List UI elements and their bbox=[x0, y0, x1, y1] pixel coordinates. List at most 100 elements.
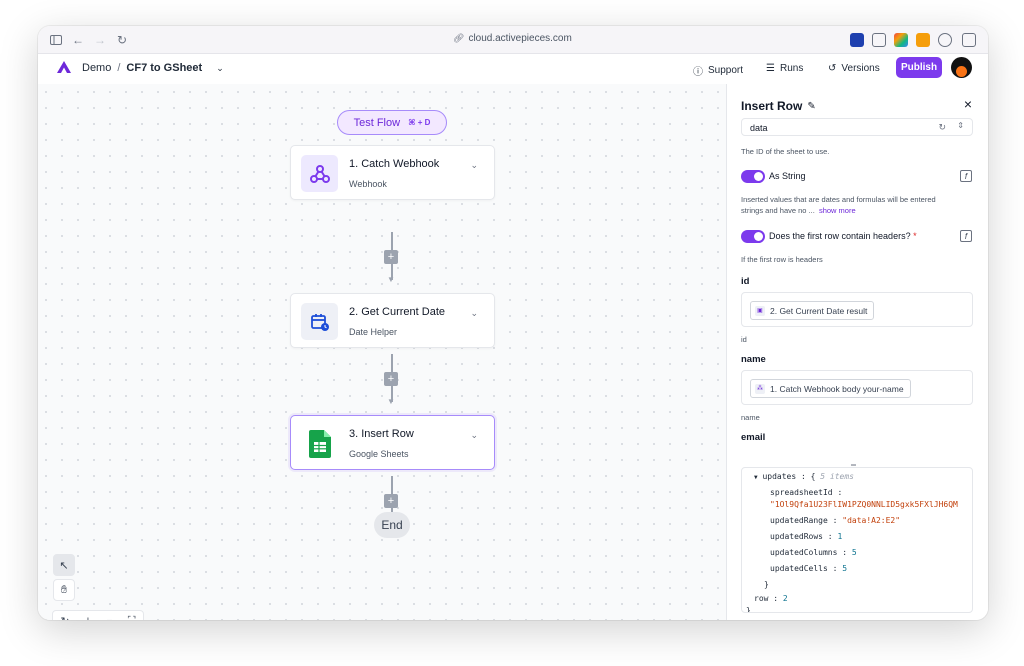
name-help-text: name bbox=[741, 413, 760, 422]
json-line[interactable]: updatedColumns : 5 bbox=[770, 548, 857, 557]
sidebar-toggle-icon[interactable] bbox=[48, 32, 64, 48]
runs-button[interactable]: ☰ Runs bbox=[766, 63, 803, 74]
zoom-out-icon[interactable]: − bbox=[106, 615, 112, 620]
shortcut-hint: ⌘ + D bbox=[408, 118, 431, 127]
back-icon[interactable]: ← bbox=[70, 32, 86, 48]
connector-line bbox=[391, 354, 393, 374]
share-extension-icon[interactable] bbox=[938, 33, 952, 47]
id-help-text: id bbox=[741, 335, 747, 344]
step-insert-row[interactable]: 3. Insert Row Google Sheets ⌄ bbox=[290, 415, 495, 470]
connector-line bbox=[391, 232, 393, 252]
reset-view-icon[interactable]: ↻ bbox=[61, 615, 70, 621]
notes-extension-icon[interactable] bbox=[916, 33, 930, 47]
google-sheets-icon bbox=[301, 425, 338, 462]
chevron-up-down-icon[interactable]: ⇕ bbox=[957, 121, 964, 130]
headers-label: Does the first row contain headers? * bbox=[769, 231, 917, 241]
step-title: 3. Insert Row bbox=[349, 428, 414, 440]
calendar-clock-icon: ▣ bbox=[755, 305, 765, 316]
step-title: 1. Catch Webhook bbox=[349, 158, 440, 170]
browser-window: ← → ↻ 🔗︎ cloud.activepieces.com Demo / C… bbox=[38, 26, 988, 620]
activepieces-logo-icon[interactable] bbox=[57, 60, 71, 78]
json-line[interactable]: updatedCells : 5 bbox=[770, 564, 847, 573]
data-reference-chip[interactable]: ▣ 2. Get Current Date result bbox=[750, 301, 875, 320]
zoom-controls: ↻ + − ⛶ bbox=[52, 610, 144, 620]
json-line[interactable]: "1Ol9Qfa1U23FlIW1PZQ0NNLID5gxk5FXlJH6QM bbox=[770, 500, 958, 509]
sheet-help-text: The ID of the sheet to use. bbox=[741, 147, 830, 156]
sheet-select[interactable]: data ↻ ⇕ bbox=[741, 118, 973, 136]
help-circle-icon: ⓘ bbox=[693, 67, 703, 78]
hand-tool-icon[interactable]: ✋︎ bbox=[53, 579, 75, 601]
panel-title: Insert Row ✎ bbox=[741, 99, 816, 113]
data-selector-json[interactable]: ▼ updates : { 5 items spreadsheetId : "1… bbox=[741, 467, 973, 613]
close-icon[interactable]: × bbox=[964, 96, 972, 112]
chevron-down-icon[interactable]: ⌄ bbox=[470, 308, 478, 319]
webhook-icon bbox=[301, 155, 338, 192]
email-field-label: email bbox=[741, 432, 766, 443]
publish-button[interactable]: Publish bbox=[896, 57, 942, 78]
zoom-in-icon[interactable]: + bbox=[85, 615, 91, 620]
json-line[interactable]: ▼ updates : { 5 items bbox=[754, 472, 854, 481]
flow-canvas[interactable]: Test Flow ⌘ + D 1. Catch Webhook Webhook… bbox=[38, 84, 726, 620]
step-title: 2. Get Current Date bbox=[349, 306, 445, 318]
select-tool-icon[interactable]: ↖ bbox=[53, 554, 75, 576]
step-subtitle: Google Sheets bbox=[349, 449, 409, 459]
calendar-clock-icon bbox=[301, 303, 338, 340]
list-icon: ☰ bbox=[766, 63, 775, 74]
show-more-link[interactable]: show more bbox=[819, 206, 856, 215]
link-icon: 🔗︎ bbox=[453, 33, 465, 43]
refresh-icon[interactable]: ↻ bbox=[938, 122, 946, 133]
pencil-icon[interactable]: ✎ bbox=[807, 101, 815, 112]
json-line[interactable]: spreadsheetId : bbox=[770, 488, 842, 497]
as-string-toggle[interactable] bbox=[741, 170, 765, 183]
name-field-label: name bbox=[741, 354, 766, 365]
json-brace: } bbox=[746, 606, 751, 613]
split-view-icon[interactable] bbox=[962, 33, 976, 47]
webhook-icon: ⁂ bbox=[755, 383, 765, 394]
forward-icon[interactable]: → bbox=[92, 32, 108, 48]
browser-toolbar: ← → ↻ 🔗︎ cloud.activepieces.com bbox=[38, 26, 988, 54]
address-bar[interactable]: 🔗︎ cloud.activepieces.com bbox=[453, 33, 572, 44]
connector-line bbox=[391, 476, 393, 494]
breadcrumb: Demo / CF7 to GSheet ⌄ bbox=[82, 62, 224, 74]
step-subtitle: Date Helper bbox=[349, 327, 398, 337]
reader-extension-icon[interactable] bbox=[872, 33, 886, 47]
project-name[interactable]: Demo bbox=[82, 62, 111, 74]
data-reference-chip[interactable]: ⁂ 1. Catch Webhook body your-name bbox=[750, 379, 911, 398]
as-string-label: As String bbox=[769, 171, 806, 181]
json-line[interactable]: updatedRows : 1 bbox=[770, 532, 842, 541]
history-icon: ↺ bbox=[828, 63, 837, 74]
arrow-down-icon: ▼ bbox=[387, 397, 395, 406]
add-step-button[interactable]: + bbox=[384, 250, 398, 264]
headers-toggle[interactable] bbox=[741, 230, 765, 243]
chevron-down-icon[interactable]: ⌄ bbox=[470, 430, 478, 441]
password-extension-icon[interactable] bbox=[850, 33, 864, 47]
step-settings-panel: Insert Row ✎ × data ↻ ⇕ The ID of the sh… bbox=[726, 84, 988, 620]
step-subtitle: Webhook bbox=[349, 179, 387, 189]
color-extension-icon[interactable] bbox=[894, 33, 908, 47]
formula-icon[interactable]: f bbox=[960, 230, 972, 242]
caret-down-icon[interactable]: ▼ bbox=[754, 474, 758, 481]
fit-view-icon[interactable]: ⛶ bbox=[128, 615, 136, 621]
formula-icon[interactable]: f bbox=[960, 170, 972, 182]
add-step-button[interactable]: + bbox=[384, 494, 398, 508]
step-catch-webhook[interactable]: 1. Catch Webhook Webhook ⌄ bbox=[290, 145, 495, 200]
flow-name[interactable]: CF7 to GSheet bbox=[126, 62, 202, 74]
reload-icon[interactable]: ↻ bbox=[114, 32, 130, 48]
arrow-down-icon: ▼ bbox=[387, 275, 395, 284]
json-line[interactable]: row : 2 bbox=[754, 594, 788, 603]
versions-button[interactable]: ↺ Versions bbox=[828, 63, 880, 74]
support-button[interactable]: ⓘ Support bbox=[693, 63, 743, 78]
url-text: cloud.activepieces.com bbox=[468, 33, 572, 44]
chevron-down-icon[interactable]: ⌄ bbox=[470, 160, 478, 171]
name-field[interactable]: ⁂ 1. Catch Webhook body your-name bbox=[741, 370, 973, 405]
end-node: End bbox=[374, 512, 410, 538]
test-flow-button[interactable]: Test Flow ⌘ + D bbox=[337, 110, 447, 135]
chevron-down-icon[interactable]: ⌄ bbox=[216, 63, 224, 74]
id-field[interactable]: ▣ 2. Get Current Date result bbox=[741, 292, 973, 327]
headers-help-text: If the first row is headers bbox=[741, 255, 823, 264]
avatar[interactable] bbox=[951, 57, 972, 78]
json-line[interactable]: updatedRange : "data!A2:E2" bbox=[770, 516, 900, 525]
id-field-label: id bbox=[741, 276, 750, 287]
step-get-current-date[interactable]: 2. Get Current Date Date Helper ⌄ bbox=[290, 293, 495, 348]
add-step-button[interactable]: + bbox=[384, 372, 398, 386]
